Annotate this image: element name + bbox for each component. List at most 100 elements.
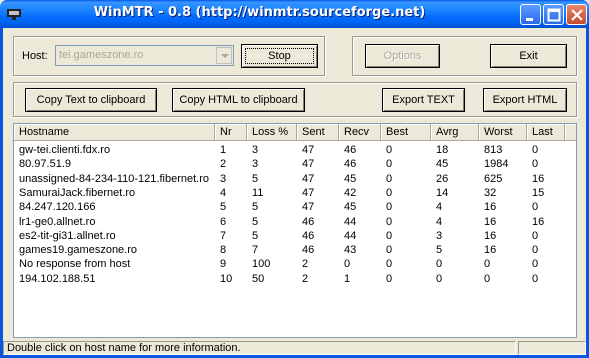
table-row[interactable]: 80.97.51.9 2 3 47 46 0 45 1984 0: [14, 157, 576, 171]
table-row[interactable]: 84.247.120.166 5 5 47 45 0 4 16 0: [14, 200, 576, 214]
table-row[interactable]: SamuraiJack.fibernet.ro 4 11 47 42 0 14 32 15: [14, 186, 576, 200]
table-row[interactable]: 194.102.188.51 10 50 2 1 0 0 0 0: [14, 272, 576, 286]
cell-nr: 9: [220, 258, 227, 271]
results-table[interactable]: Hostname Nr Loss % Sent Recv Best Avrg W…: [13, 123, 577, 338]
cell-last: 0: [532, 258, 539, 271]
column-header-last[interactable]: Last: [527, 124, 565, 141]
cell-worst: 0: [484, 272, 491, 285]
copy-text-button[interactable]: Copy Text to clipboard: [25, 88, 157, 112]
column-header-sent[interactable]: Sent: [297, 124, 339, 141]
table-header: Hostname Nr Loss % Sent Recv Best Avrg W…: [14, 124, 576, 141]
minimize-button[interactable]: [520, 4, 541, 25]
status-text: Double click on host name for more infor…: [3, 341, 516, 355]
title-bar[interactable]: WinMTR - 0.8 (http://winmtr.sourceforge.…: [0, 0, 589, 28]
cell-loss: 5: [252, 172, 259, 185]
close-icon: [571, 9, 583, 21]
cell-loss: 11: [252, 186, 264, 199]
cell-sent: 46: [302, 244, 315, 257]
cell-nr: 7: [220, 229, 227, 242]
cell-sent: 46: [302, 215, 315, 228]
cell-sent: 47: [302, 172, 315, 185]
cell-worst: 625: [484, 172, 503, 185]
cell-recv: 46: [344, 158, 357, 171]
cell-nr: 2: [220, 158, 227, 171]
exit-button[interactable]: Exit: [490, 44, 567, 68]
cell-loss: 3: [252, 158, 259, 171]
status-panel: [518, 341, 586, 355]
column-header-avrg[interactable]: Avrg: [431, 124, 479, 141]
cell-last: 16: [532, 172, 545, 185]
column-header-hostname[interactable]: Hostname: [14, 124, 215, 141]
host-dropdown-button[interactable]: [216, 47, 232, 64]
column-header-worst[interactable]: Worst: [479, 124, 527, 141]
cell-nr: 10: [220, 272, 233, 285]
cell-best: 0: [386, 229, 393, 242]
stop-button[interactable]: Stop: [241, 44, 318, 68]
cell-nr: 5: [220, 201, 227, 214]
table-row[interactable]: No response from host 9 100 2 0 0 0 0 0: [14, 257, 576, 271]
cell-last: 0: [532, 144, 539, 156]
cell-hostname: SamuraiJack.fibernet.ro: [19, 186, 136, 199]
column-header-filler: [565, 124, 576, 141]
cell-hostname: 84.247.120.166: [19, 201, 96, 214]
column-header-best[interactable]: Best: [381, 124, 431, 141]
host-combobox[interactable]: tei.gameszone.ro: [55, 45, 234, 66]
cell-hostname: No response from host: [19, 258, 131, 271]
cell-nr: 1: [220, 144, 227, 156]
cell-worst: 0: [484, 258, 491, 271]
cell-hostname: 194.102.188.51: [19, 272, 96, 285]
cell-best: 0: [386, 158, 393, 171]
column-header-nr[interactable]: Nr: [215, 124, 247, 141]
cell-recv: 45: [344, 172, 357, 185]
cell-sent: 47: [302, 201, 315, 214]
cell-loss: 100: [252, 258, 271, 271]
cell-best: 0: [386, 272, 393, 285]
cell-hostname: lr1-ge0.allnet.ro: [19, 215, 96, 228]
cell-hostname: games19.gameszone.ro: [19, 244, 138, 257]
cell-last: 0: [532, 201, 539, 214]
close-button[interactable]: [566, 4, 587, 25]
cell-last: 0: [532, 244, 539, 257]
table-row[interactable]: games19.gameszone.ro 8 7 46 43 0 5 16 0: [14, 243, 576, 257]
cell-worst: 16: [484, 244, 497, 257]
cell-hostname: 80.97.51.9: [19, 158, 71, 171]
cell-loss: 50: [252, 272, 265, 285]
cell-last: 16: [532, 215, 545, 228]
cell-nr: 6: [220, 215, 227, 228]
maximize-button[interactable]: [543, 4, 564, 25]
chevron-down-icon: [221, 54, 229, 58]
cell-sent: 47: [302, 186, 315, 199]
cell-recv: 44: [344, 215, 357, 228]
cell-nr: 3: [220, 172, 227, 185]
cell-best: 0: [386, 201, 393, 214]
cell-best: 0: [386, 144, 393, 156]
cell-sent: 46: [302, 229, 315, 242]
cell-loss: 5: [252, 215, 259, 228]
table-row[interactable]: gw-tei.clienti.fdx.ro 1 3 47 46 0 18 813 0: [14, 143, 576, 157]
cell-loss: 3: [252, 144, 259, 156]
cell-avrg: 4: [436, 201, 443, 214]
maximize-icon: [547, 8, 561, 22]
cell-last: 15: [532, 186, 545, 199]
cell-worst: 16: [484, 215, 497, 228]
column-header-loss[interactable]: Loss %: [247, 124, 297, 141]
table-row[interactable]: es2-tit-gi31.allnet.ro 7 5 46 44 0 3 16 0: [14, 229, 576, 243]
column-header-recv[interactable]: Recv: [339, 124, 381, 141]
cell-recv: 45: [344, 201, 357, 214]
cell-best: 0: [386, 172, 393, 185]
export-html-button[interactable]: Export HTML: [483, 88, 567, 112]
export-text-button[interactable]: Export TEXT: [382, 88, 465, 112]
host-label: Host:: [22, 50, 48, 62]
cell-sent: 2: [302, 258, 309, 271]
cell-best: 0: [386, 244, 393, 257]
cell-nr: 4: [220, 186, 227, 199]
table-row[interactable]: unassigned-84-234-110-121.fibernet.ro 3 5 4…: [14, 172, 576, 186]
cell-worst: 16: [484, 229, 497, 242]
copy-html-button[interactable]: Copy HTML to clipboard: [172, 88, 305, 112]
options-button[interactable]: Options: [365, 44, 440, 68]
table-row[interactable]: lr1-ge0.allnet.ro 6 5 46 44 0 4 16 16: [14, 215, 576, 229]
cell-avrg: 5: [436, 244, 443, 257]
cell-loss: 5: [252, 229, 259, 242]
host-input[interactable]: tei.gameszone.ro: [59, 49, 143, 61]
cell-recv: 1: [344, 272, 351, 285]
